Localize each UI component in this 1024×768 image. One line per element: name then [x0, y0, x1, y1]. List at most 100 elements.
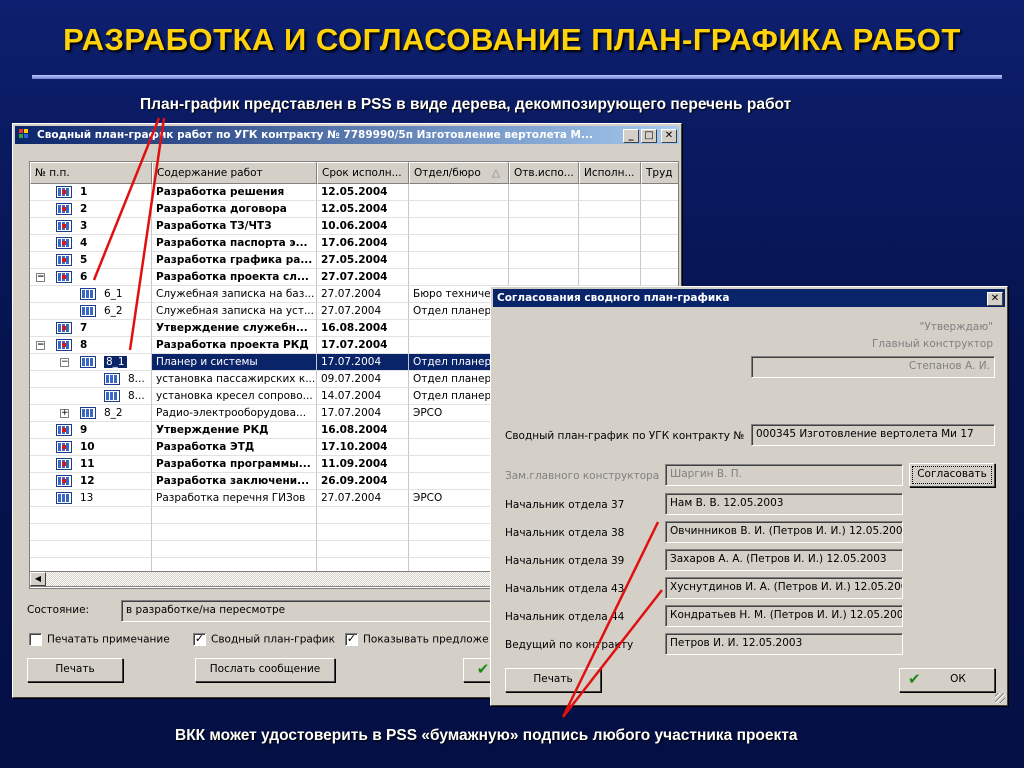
row-dept — [409, 218, 509, 235]
row-date: 27.07.2004 — [317, 303, 409, 320]
row-content: Разработка проекта сл... — [152, 269, 317, 286]
plan-contract-label: Сводный план-график по УГК контракту № — [505, 430, 745, 442]
signer-field[interactable]: Кондратьев Н. М. (Петров И. И.) 12.05.20… — [665, 605, 903, 627]
tree-node-cell: 9 — [30, 422, 152, 439]
dialog-ok-button[interactable]: ✔ ОК — [899, 668, 995, 692]
row-number: 4 — [80, 237, 88, 249]
tree-node-cell: −6 — [30, 269, 152, 286]
dialog-titlebar[interactable]: Согласования сводного план-графика ✕ — [493, 289, 1005, 307]
collapse-icon[interactable]: − — [60, 358, 69, 367]
row-content: Разработка ЭТД — [152, 439, 317, 456]
col-header-content[interactable]: Содержание работ — [152, 162, 317, 184]
dialog-title: Согласования сводного план-графика — [497, 292, 730, 304]
row-content: Разработка ТЗ/ЧТЗ — [152, 218, 317, 235]
tree-node-cell: 5 — [30, 252, 152, 269]
row-empty-cell — [30, 507, 152, 524]
table-row[interactable]: 5 Разработка графика ра... 27.05.2004 — [30, 252, 678, 269]
close-icon[interactable]: ✕ — [987, 292, 1003, 306]
print-notes-label: Печатать примечание — [47, 633, 170, 646]
row-content: Разработка паспорта э... — [152, 235, 317, 252]
show-proposals-checkbox[interactable]: ✓ Показывать предложе — [345, 633, 489, 646]
signer-field[interactable]: Петров И. И. 12.05.2003 — [665, 633, 903, 655]
row-content: установка пассажирских к... — [152, 371, 317, 388]
scroll-left-icon[interactable]: ◀ — [30, 572, 46, 586]
dialog-print-button[interactable]: Печать — [505, 668, 601, 692]
minimize-icon[interactable]: _ — [623, 129, 639, 143]
row-date: 17.07.2004 — [317, 354, 409, 371]
row-empty-cell — [509, 235, 579, 252]
col-header-labor[interactable]: Труд — [641, 162, 678, 184]
row-number: 6 — [80, 271, 88, 283]
row-empty-cell — [579, 269, 641, 286]
task-node-icon — [56, 254, 72, 266]
plan-contract-field[interactable]: 000345 Изготовление вертолета Ми 17 — [751, 424, 995, 446]
task-node-icon — [80, 356, 96, 368]
row-date: 17.06.2004 — [317, 235, 409, 252]
tree-node-cell: 12 — [30, 473, 152, 490]
table-row[interactable]: −6 Разработка проекта сл... 27.07.2004 — [30, 269, 678, 286]
tree-node-cell: 10 — [30, 439, 152, 456]
col-header-dept[interactable]: Отдел/бюро △ — [409, 162, 509, 184]
summary-checkbox[interactable]: ✓ Сводный план-график — [193, 633, 335, 646]
row-number: 5 — [80, 254, 88, 266]
ok-label: ОК — [950, 673, 966, 685]
expand-icon[interactable]: + — [60, 409, 69, 418]
tree-node-cell: 6_2 — [30, 303, 152, 320]
row-empty-cell — [579, 235, 641, 252]
col-header-exec[interactable]: Исполн... — [579, 162, 641, 184]
signer-label: Ведущий по контракту — [505, 639, 634, 651]
table-row[interactable]: 2 Разработка договора 12.05.2004 — [30, 201, 678, 218]
col-header-date[interactable]: Срок исполн... — [317, 162, 409, 184]
tree-node-cell: 7 — [30, 320, 152, 337]
row-content: Служебная записка на баз... — [152, 286, 317, 303]
caption-top: План-график представлен в PSS в виде дер… — [140, 96, 792, 113]
send-message-button[interactable]: Послать сообщение — [195, 658, 335, 682]
task-node-icon — [80, 305, 96, 317]
row-empty-cell — [579, 201, 641, 218]
window-titlebar[interactable]: Сводный план-график работ по УГК контрак… — [15, 126, 679, 144]
collapse-icon[interactable]: − — [36, 341, 45, 350]
checkmark-icon: ✔ — [908, 670, 921, 688]
row-empty-cell — [317, 524, 409, 541]
deputy-field[interactable]: Шаргин В. П. — [665, 464, 903, 486]
tree-node-cell: −8 — [30, 337, 152, 354]
row-number: 13 — [80, 492, 94, 504]
row-content: Планер и системы — [152, 354, 317, 371]
tree-node-cell: 3 — [30, 218, 152, 235]
row-content: Разработка заключени... — [152, 473, 317, 490]
col-header-resp[interactable]: Отв.испо... — [509, 162, 579, 184]
row-empty-cell — [509, 252, 579, 269]
signer-field[interactable]: Нам В. В. 12.05.2003 — [665, 493, 903, 515]
print-button[interactable]: Печать — [27, 658, 123, 682]
show-proposals-label: Показывать предложе — [363, 633, 489, 646]
task-node-icon — [56, 186, 72, 198]
collapse-icon[interactable]: − — [36, 273, 45, 282]
row-date: 27.07.2004 — [317, 286, 409, 303]
resize-grip-icon[interactable] — [995, 693, 1005, 703]
table-row[interactable]: 4 Разработка паспорта э... 17.06.2004 — [30, 235, 678, 252]
tree-node-cell: 2 — [30, 201, 152, 218]
tree-node-cell: 4 — [30, 235, 152, 252]
signer-field[interactable]: Овчинников В. И. (Петров И. И.) 12.05.20… — [665, 521, 903, 543]
row-date: 16.08.2004 — [317, 320, 409, 337]
table-row[interactable]: 3 Разработка ТЗ/ЧТЗ 10.06.2004 — [30, 218, 678, 235]
close-icon[interactable]: ✕ — [661, 129, 677, 143]
signer-field[interactable]: Захаров А. А. (Петров И. И.) 12.05.2003 — [665, 549, 903, 571]
row-empty-cell — [579, 184, 641, 201]
signer-field[interactable]: Хуснутдинов И. А. (Петров И. И.) 12.05.2… — [665, 577, 903, 599]
approve-button[interactable]: Согласовать — [909, 463, 995, 487]
table-row[interactable]: 1 Разработка решения 12.05.2004 — [30, 184, 678, 201]
row-empty-cell — [509, 218, 579, 235]
row-empty-cell — [30, 524, 152, 541]
print-notes-checkbox[interactable]: Печатать примечание — [29, 633, 170, 646]
row-content: Разработка решения — [152, 184, 317, 201]
row-empty-cell — [641, 201, 678, 218]
row-empty-cell — [30, 541, 152, 558]
chief-designer-field[interactable]: Степанов А. И. — [751, 356, 995, 378]
row-date: 12.05.2004 — [317, 184, 409, 201]
approve-label: "Утверждаю" — [919, 321, 993, 333]
maximize-icon[interactable]: □ — [641, 129, 657, 143]
col-header-num[interactable]: № п.п. — [30, 162, 152, 184]
row-content: Утверждение служебн... — [152, 320, 317, 337]
signer-label: Начальник отдела 44 — [505, 611, 625, 623]
